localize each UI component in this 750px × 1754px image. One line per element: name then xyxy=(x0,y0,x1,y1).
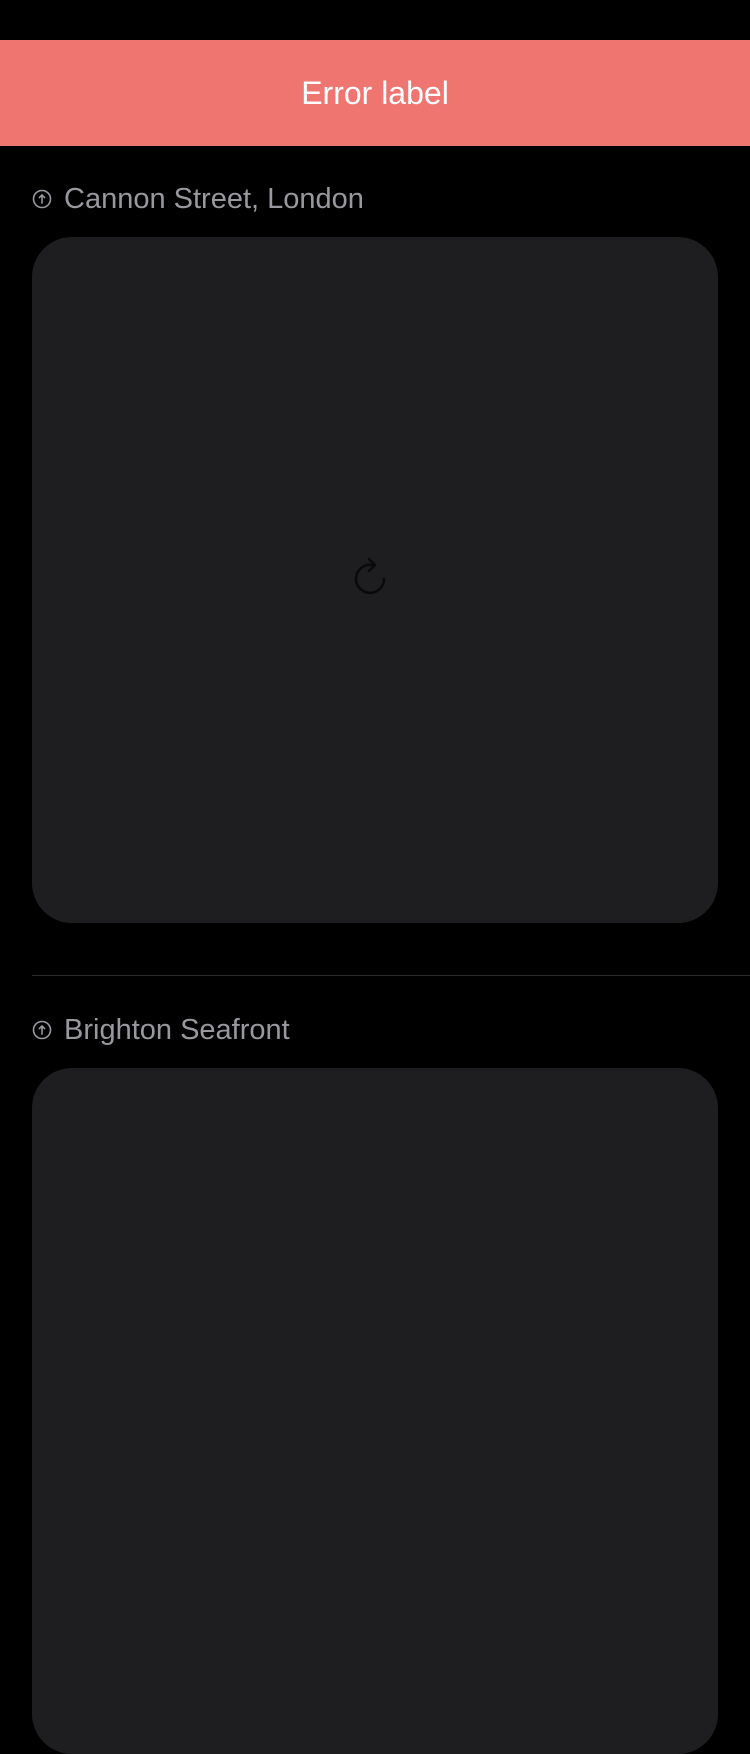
location-pin-icon xyxy=(32,1020,52,1040)
feed-divider xyxy=(32,975,750,976)
refresh-icon[interactable] xyxy=(352,555,392,599)
location-label: Brighton Seafront xyxy=(64,1013,290,1046)
location-label: Cannon Street, London xyxy=(64,182,364,215)
error-label: Error label xyxy=(301,74,449,111)
location-row[interactable]: Brighton Seafront xyxy=(32,1010,290,1050)
image-card[interactable] xyxy=(32,237,718,923)
location-row[interactable]: Cannon Street, London xyxy=(32,179,364,219)
location-pin-icon xyxy=(32,189,52,209)
error-banner: Error label xyxy=(0,40,750,146)
image-card[interactable] xyxy=(32,1068,718,1754)
